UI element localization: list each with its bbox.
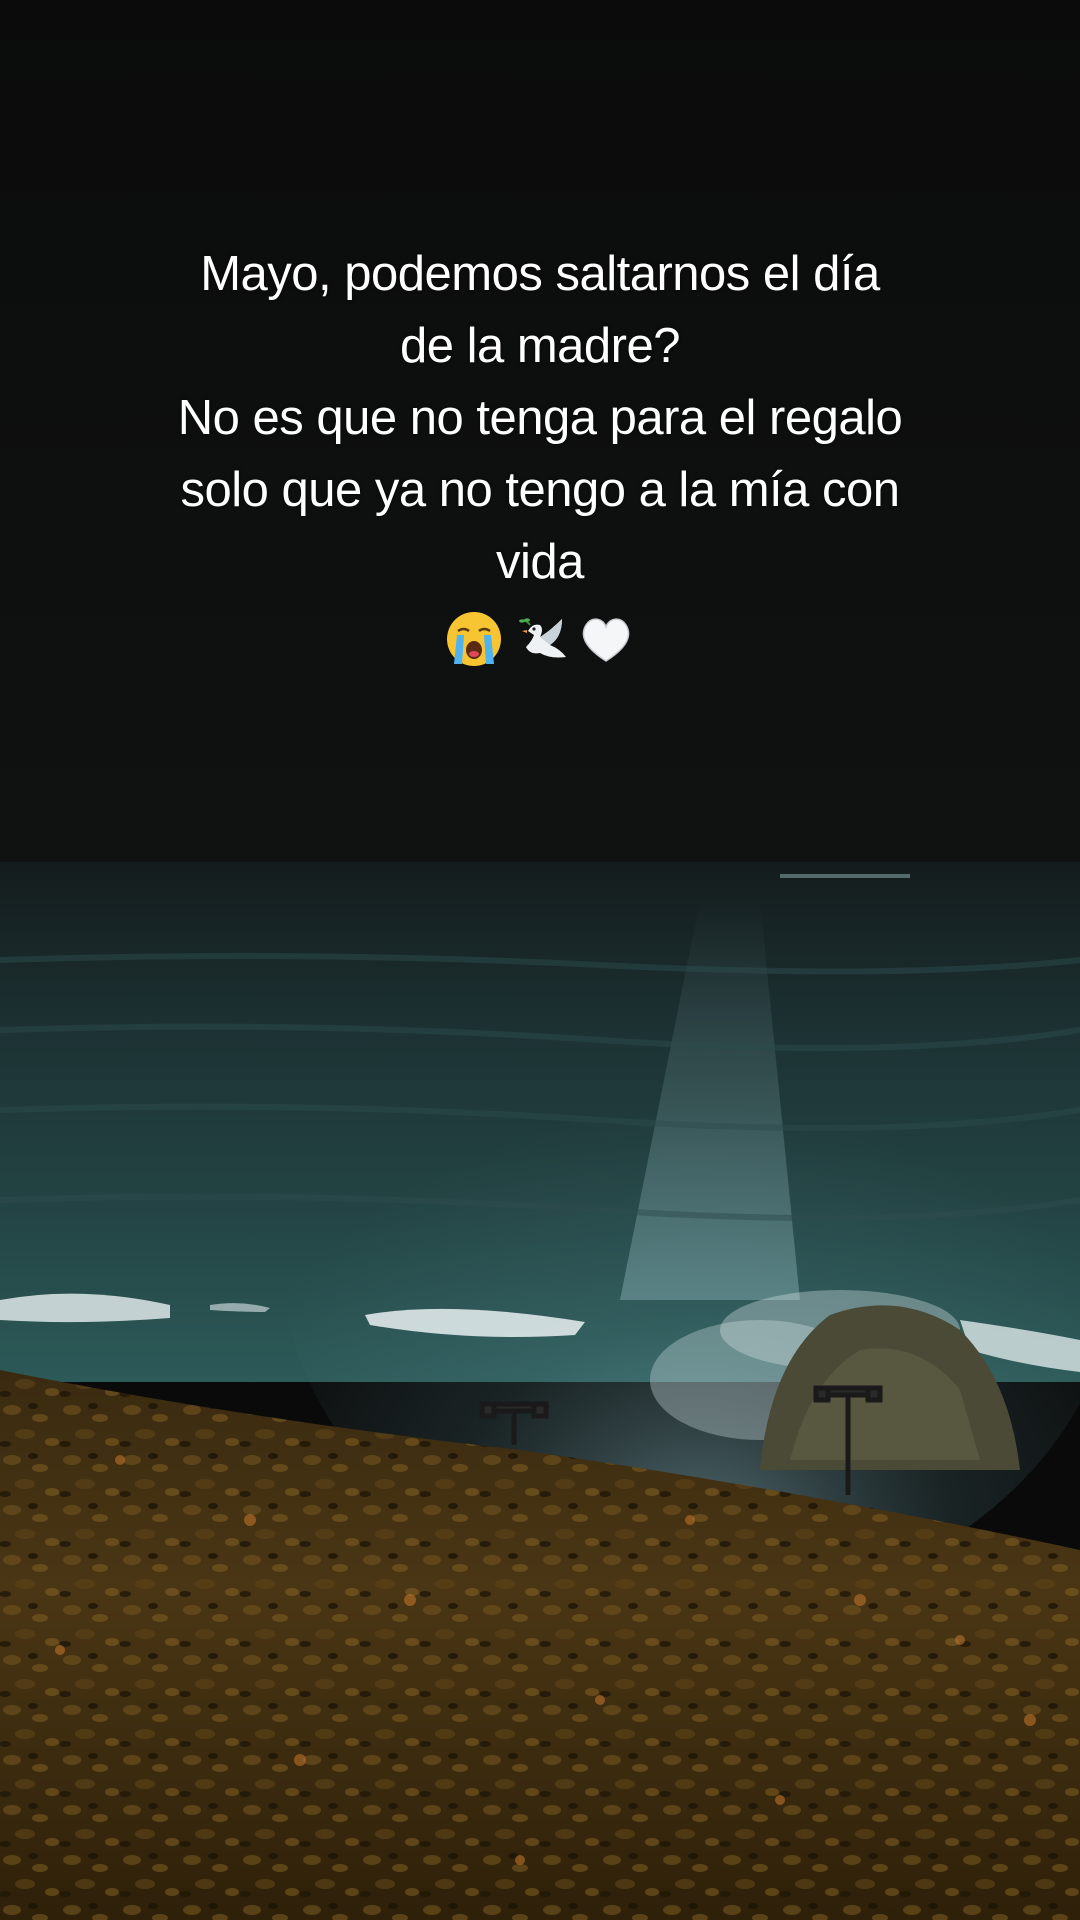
caption-line-5: vida [496, 535, 584, 589]
caption-overlay: Mayo, podemos saltarnos el día de la mad… [120, 238, 960, 674]
photo-scene: Mayo, podemos saltarnos el día de la mad… [0, 0, 1080, 1920]
dove-icon [519, 618, 566, 658]
emoji-row [120, 604, 960, 674]
caption-line-3: No es que no tenga para el regalo [177, 391, 903, 445]
caption-line-2: de la madre? [399, 319, 681, 373]
crying-face-icon [447, 612, 501, 666]
caption-line-4: solo que ya no tengo a la mía con [180, 463, 900, 517]
caption-line-1: Mayo, podemos saltarnos el día [200, 247, 880, 301]
white-heart-icon [582, 618, 630, 662]
